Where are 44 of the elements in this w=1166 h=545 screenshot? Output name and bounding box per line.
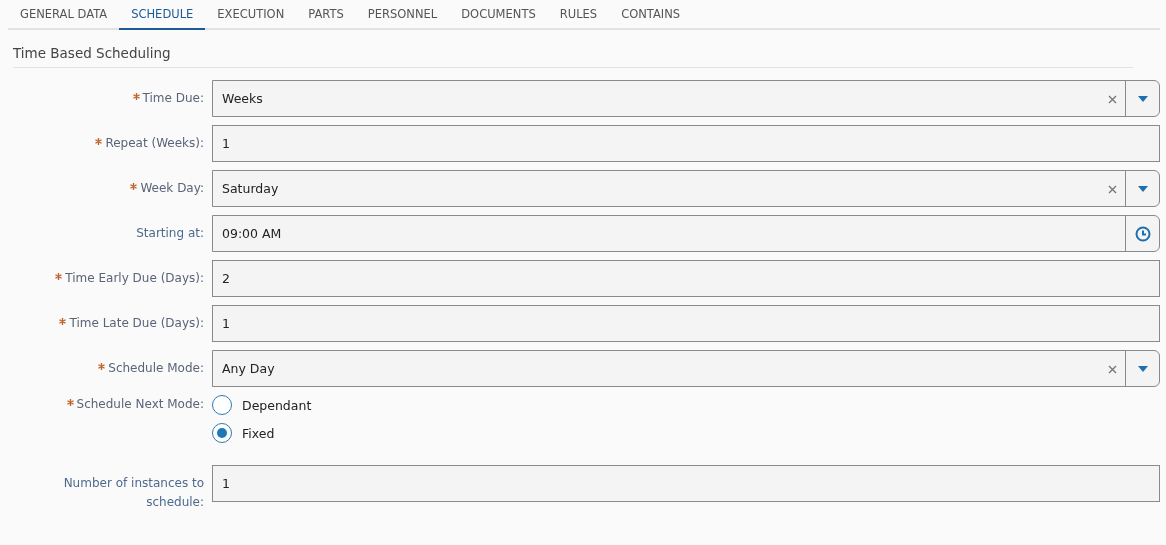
tab[interactable]: PARTS xyxy=(296,0,356,30)
caret-icon xyxy=(1137,95,1148,102)
dropdown-field[interactable]: Any Day xyxy=(212,350,1160,387)
tab[interactable]: EXECUTION xyxy=(205,0,297,30)
required-asterisk-icon xyxy=(66,399,74,406)
input-field[interactable]: 1 xyxy=(212,305,1160,342)
field-label: Week Day: xyxy=(130,179,204,198)
tab[interactable]: CONTAINS xyxy=(609,0,693,30)
field-label: Starting at: xyxy=(136,225,204,242)
tab[interactable]: RULES xyxy=(547,0,610,30)
tab[interactable]: SCHEDULE xyxy=(119,0,206,30)
close-icon xyxy=(1108,95,1117,104)
caret-icon xyxy=(1137,365,1148,372)
time-field[interactable]: 09:00 AM xyxy=(212,215,1160,252)
required-asterisk-icon xyxy=(132,93,140,100)
field-label: Schedule Mode: xyxy=(98,359,204,378)
tab[interactable]: DOCUMENTS xyxy=(449,0,548,30)
dropdown-field[interactable]: Weeks xyxy=(212,80,1160,117)
required-asterisk-icon xyxy=(95,138,103,145)
dropdown-field[interactable]: Saturday xyxy=(212,170,1160,207)
tab[interactable]: GENERAL DATA xyxy=(8,0,120,30)
input-field[interactable]: 1 xyxy=(212,465,1160,502)
clock-icon xyxy=(1134,225,1151,242)
field-label: Repeat (Weeks): xyxy=(95,134,204,153)
field-label: Time Early Due (Days): xyxy=(55,269,204,288)
field-label: Schedule Next Mode: xyxy=(66,395,204,414)
tab[interactable]: PERSONNEL xyxy=(355,0,450,30)
required-asterisk-icon xyxy=(130,183,138,190)
required-asterisk-icon xyxy=(55,273,63,280)
field-label: Time Due: xyxy=(132,89,204,108)
radio-option[interactable]: Fixed xyxy=(212,423,312,443)
radio-button[interactable] xyxy=(212,395,232,415)
radio-option[interactable]: Dependant xyxy=(212,395,312,415)
field-label: Time Late Due (Days): xyxy=(59,314,204,333)
input-field[interactable]: 2 xyxy=(212,260,1160,297)
close-icon xyxy=(1108,365,1117,374)
close-icon xyxy=(1108,185,1117,194)
input-field[interactable]: 1 xyxy=(212,125,1160,162)
required-asterisk-icon xyxy=(98,363,106,370)
field-label: Number of instances to schedule: xyxy=(62,475,204,511)
caret-icon xyxy=(1137,185,1148,192)
section-title: Time Based Scheduling xyxy=(13,45,1133,68)
required-asterisk-icon xyxy=(59,318,67,325)
radio-button[interactable] xyxy=(212,423,232,443)
